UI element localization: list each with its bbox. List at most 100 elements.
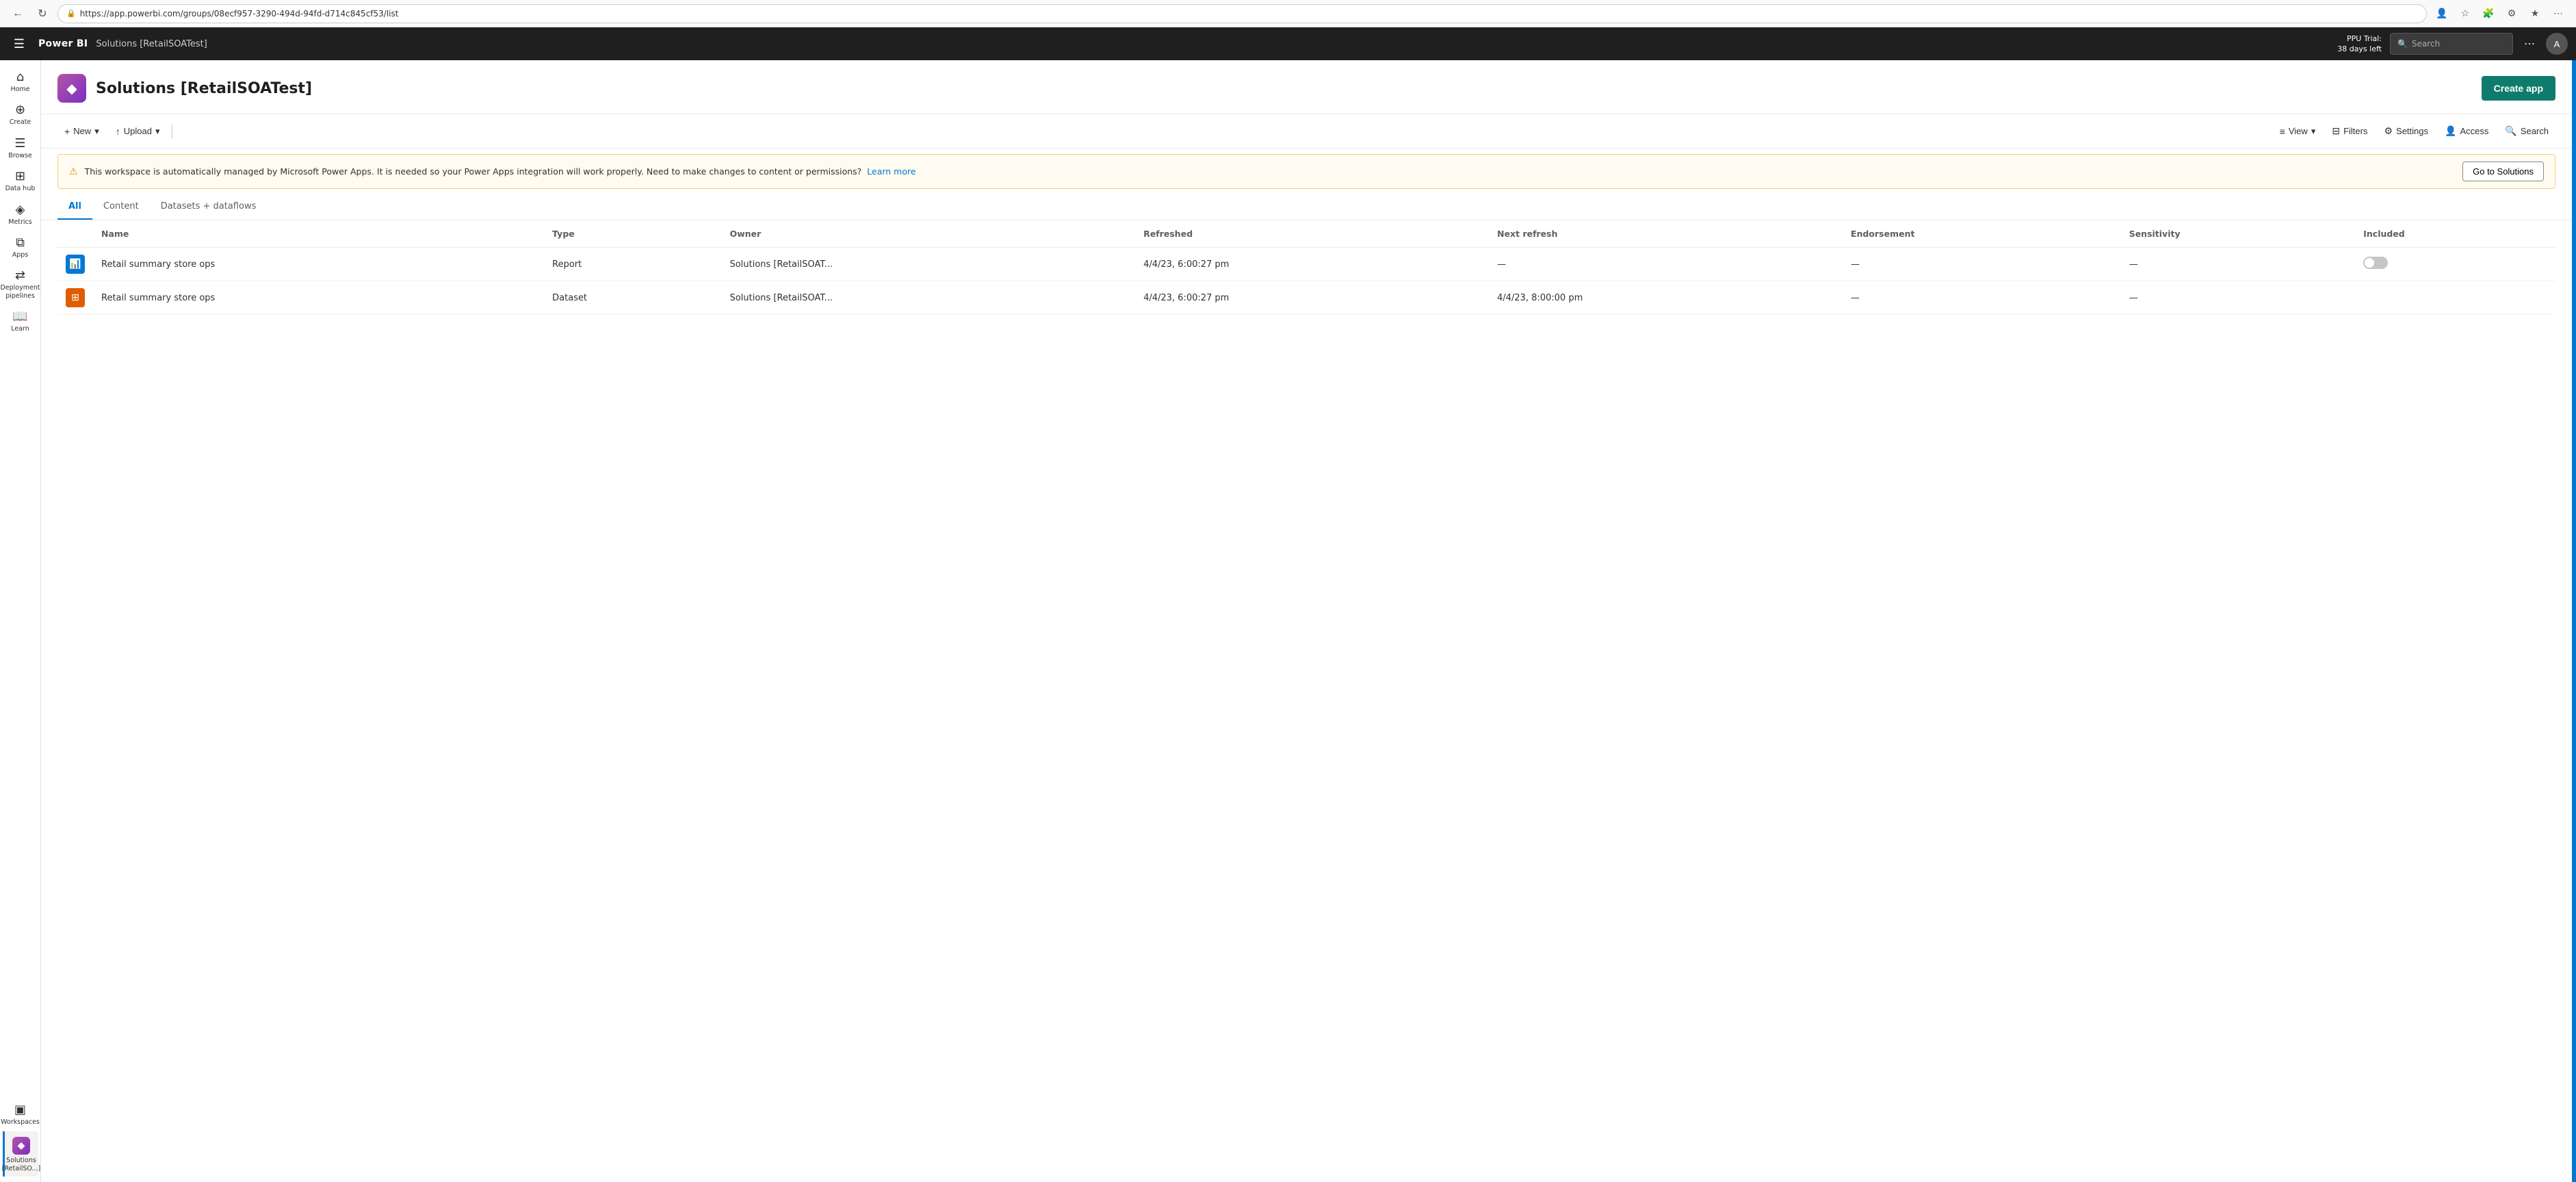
access-button[interactable]: 👤 Access <box>2438 121 2495 141</box>
sidebar-item-solutions[interactable]: ◆ Solutions [RetailSO...] <box>3 1131 38 1177</box>
sidebar-label-create: Create <box>10 118 31 126</box>
row-owner: Solutions [RetailSOAT... <box>722 281 1136 315</box>
upload-label: Upload <box>124 126 152 136</box>
sidebar-item-metrics[interactable]: ◈ Metrics <box>3 198 38 230</box>
settings-icon: ⚙ <box>2384 125 2393 137</box>
access-label: Access <box>2460 126 2488 136</box>
address-bar[interactable]: 🔒 https://app.powerbi.com/groups/08ecf95… <box>57 4 2427 23</box>
filters-button[interactable]: ⊟ Filters <box>2325 121 2374 141</box>
warning-text: This workspace is automatically managed … <box>85 166 2456 177</box>
access-icon: 👤 <box>2445 125 2456 137</box>
included-toggle[interactable] <box>2363 257 2388 269</box>
extensions-icon[interactable]: 🧩 <box>2479 4 2498 23</box>
view-button[interactable]: ≡ View ▾ <box>2273 122 2323 141</box>
user-avatar[interactable]: A <box>2546 33 2568 55</box>
row-included <box>2355 281 2555 315</box>
sidebar-item-browse[interactable]: ☰ Browse <box>3 132 38 164</box>
search-placeholder: Search <box>2412 39 2440 49</box>
row-name: Retail summary store ops <box>93 281 544 315</box>
sidebar-label-apps: Apps <box>12 251 29 259</box>
table-row[interactable]: ⊞ Retail summary store ops Dataset Solut… <box>57 281 2555 315</box>
row-refreshed: 4/4/23, 6:00:27 pm <box>1135 248 1489 281</box>
row-owner: Solutions [RetailSOAT... <box>722 248 1136 281</box>
sidebar-item-workspaces[interactable]: ▣ Workspaces <box>3 1099 38 1130</box>
sidebar-item-datahub[interactable]: ⊞ Data hub <box>3 165 38 196</box>
page-header: ◆ Solutions [RetailSOATest] Create app <box>41 60 2572 114</box>
tab-datasets[interactable]: Datasets + dataflows <box>150 194 268 220</box>
create-icon: ⊕ <box>15 104 25 116</box>
star-icon[interactable]: ☆ <box>2456 4 2475 23</box>
ssl-icon: 🔒 <box>66 9 76 18</box>
more-icon[interactable]: ⋯ <box>2549 4 2568 23</box>
row-sensitivity: — <box>2121 248 2356 281</box>
home-icon: ⌂ <box>16 71 24 83</box>
row-name: Retail summary store ops <box>93 248 544 281</box>
warning-icon: ⚠ <box>69 166 78 177</box>
refresh-button[interactable]: ↻ <box>33 4 52 23</box>
tab-content[interactable]: Content <box>92 194 150 220</box>
deployment-icon: ⇄ <box>15 270 25 282</box>
page-content: ◆ Solutions [RetailSOATest] Create app +… <box>41 60 2572 1182</box>
browser-toolbar: 👤 ☆ 🧩 ⚙ ★ ⋯ <box>2432 4 2568 23</box>
top-more-button[interactable]: ⋯ <box>2521 34 2538 53</box>
sidebar-label-workspaces: Workspaces <box>1 1118 40 1126</box>
sidebar-item-deployment[interactable]: ⇄ Deployment pipelines <box>3 264 38 304</box>
row-icon-cell: 📊 <box>57 248 93 281</box>
upload-button[interactable]: ↑ Upload ▾ <box>109 122 167 141</box>
col-header-name-label: Name <box>93 220 544 248</box>
table-row[interactable]: 📊 Retail summary store ops Report Soluti… <box>57 248 2555 281</box>
browse-icon: ☰ <box>14 138 25 150</box>
sidebar-item-learn[interactable]: 📖 Learn <box>3 305 38 337</box>
back-button[interactable]: ← <box>8 4 27 23</box>
right-accent-bar <box>2572 60 2576 1182</box>
search-toolbar-icon: 🔍 <box>2505 125 2516 137</box>
settings-button[interactable]: ⚙ Settings <box>2377 121 2435 141</box>
app-name: Power BI <box>38 38 88 49</box>
col-header-endorsement: Endorsement <box>1843 220 2121 248</box>
sidebar-label-home: Home <box>10 86 29 93</box>
search-icon: 🔍 <box>2397 39 2408 49</box>
top-search-box[interactable]: 🔍 Search <box>2390 33 2513 55</box>
sidebar-label-solutions: Solutions [RetailSO...] <box>2 1157 40 1172</box>
search-button[interactable]: 🔍 Search <box>2498 121 2555 141</box>
row-type: Dataset <box>544 281 721 315</box>
sidebar-label-datahub: Data hub <box>5 185 36 192</box>
warning-banner: ⚠ This workspace is automatically manage… <box>57 154 2555 189</box>
sidebar-item-home[interactable]: ⌂ Home <box>3 66 38 97</box>
workspace-logo: ◆ <box>57 74 86 103</box>
row-next-refresh: — <box>1489 248 1843 281</box>
new-label: New <box>73 126 91 136</box>
go-to-solutions-button[interactable]: Go to Solutions <box>2462 162 2544 181</box>
metrics-icon: ◈ <box>16 204 25 216</box>
apps-icon: ⧉ <box>16 237 25 249</box>
col-header-included: Included <box>2355 220 2555 248</box>
col-header-name <box>57 220 93 248</box>
upload-icon: ↑ <box>116 126 120 137</box>
workspaces-icon: ▣ <box>14 1104 26 1116</box>
sidebar-label-browse: Browse <box>8 152 32 159</box>
favorites-icon[interactable]: ★ <box>2525 4 2545 23</box>
tab-all[interactable]: All <box>57 194 92 220</box>
new-button[interactable]: + New ▾ <box>57 122 106 141</box>
sidebar-item-create[interactable]: ⊕ Create <box>3 99 38 130</box>
settings-icon[interactable]: ⚙ <box>2502 4 2521 23</box>
workspace-name-nav: Solutions [RetailSOATest] <box>96 39 207 49</box>
row-endorsement: — <box>1843 248 2121 281</box>
settings-label: Settings <box>2396 126 2428 136</box>
ppu-trial-info: PPU Trial: 38 days left <box>2337 34 2382 55</box>
table-header-row: Name Type Owner Refreshed Next refresh E… <box>57 220 2555 248</box>
view-label: View <box>2289 126 2308 136</box>
hamburger-button[interactable]: ☰ <box>8 33 30 55</box>
profile-icon[interactable]: 👤 <box>2432 4 2451 23</box>
col-header-type: Type <box>544 220 721 248</box>
create-app-button[interactable]: Create app <box>2482 76 2555 101</box>
learn-more-link[interactable]: Learn more <box>867 166 915 177</box>
sidebar-item-apps[interactable]: ⧉ Apps <box>3 231 38 263</box>
row-included[interactable] <box>2355 248 2555 281</box>
sidebar: ⌂ Home ⊕ Create ☰ Browse ⊞ Data hub ◈ Me… <box>0 60 41 1182</box>
solutions-workspace-icon: ◆ <box>12 1137 30 1155</box>
row-sensitivity: — <box>2121 281 2356 315</box>
new-icon: + <box>64 126 70 137</box>
table-container: Name Type Owner Refreshed Next refresh E… <box>41 220 2572 1182</box>
view-icon: ≡ <box>2280 126 2285 137</box>
